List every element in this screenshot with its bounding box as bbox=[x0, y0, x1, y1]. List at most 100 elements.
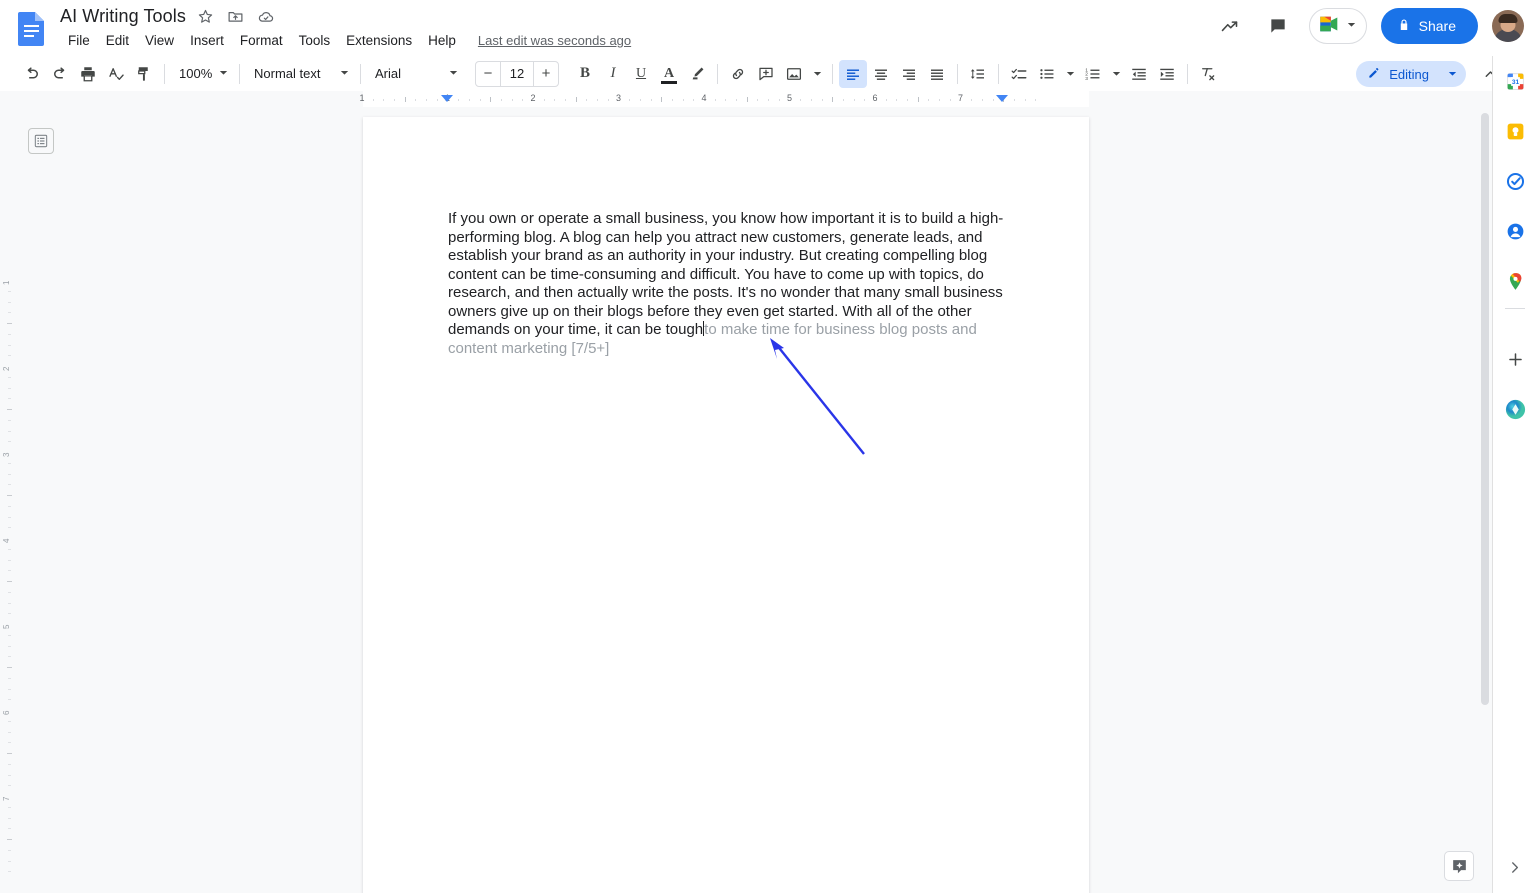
menu-file[interactable]: File bbox=[60, 31, 98, 50]
menu-view[interactable]: View bbox=[137, 31, 182, 50]
paint-format-icon[interactable] bbox=[130, 60, 158, 88]
vertical-ruler-minor-tick bbox=[8, 763, 11, 765]
ruler-minor-tick bbox=[415, 99, 417, 101]
undo-icon[interactable] bbox=[18, 60, 46, 88]
menu-insert[interactable]: Insert bbox=[182, 31, 232, 50]
vertical-ruler-half-tick bbox=[7, 581, 12, 582]
ruler-minor-tick bbox=[543, 99, 545, 101]
google-calendar-icon[interactable]: 31 bbox=[1502, 68, 1528, 94]
bulleted-list-dropdown[interactable] bbox=[1061, 60, 1079, 88]
menu-extensions[interactable]: Extensions bbox=[338, 31, 420, 50]
menu-edit[interactable]: Edit bbox=[98, 31, 137, 50]
star-icon[interactable] bbox=[196, 7, 216, 27]
decrease-indent-icon[interactable] bbox=[1125, 60, 1153, 88]
ruler-minor-tick bbox=[597, 99, 599, 101]
document-canvas: If you own or operate a small business, … bbox=[14, 107, 1492, 893]
editing-mode-button[interactable]: Editing bbox=[1356, 61, 1466, 87]
document-body-text[interactable]: If you own or operate a small business, … bbox=[448, 210, 1008, 358]
ruler-minor-tick bbox=[907, 99, 909, 101]
document-title-row: AI Writing Tools bbox=[60, 6, 276, 27]
paragraph-style-dropdown[interactable]: Normal text bbox=[246, 60, 354, 88]
gemini-icon[interactable] bbox=[1502, 396, 1528, 422]
line-spacing-icon[interactable] bbox=[964, 60, 992, 88]
numbered-list-icon[interactable]: 1 2 3 bbox=[1079, 60, 1107, 88]
ruler-half-tick bbox=[832, 97, 834, 102]
print-icon[interactable] bbox=[74, 60, 102, 88]
ruler-minor-tick bbox=[757, 99, 759, 101]
vertical-ruler-minor-tick bbox=[8, 559, 11, 561]
italic-button[interactable]: I bbox=[599, 60, 627, 88]
insert-image-icon[interactable] bbox=[780, 60, 808, 88]
vertical-ruler-minor-tick bbox=[8, 527, 11, 529]
underline-button[interactable]: U bbox=[627, 60, 655, 88]
increase-indent-icon[interactable] bbox=[1153, 60, 1181, 88]
font-size-decrease-button[interactable]: − bbox=[476, 62, 500, 86]
text-color-button[interactable]: A bbox=[655, 60, 683, 88]
redo-icon[interactable] bbox=[46, 60, 74, 88]
clear-formatting-icon[interactable] bbox=[1194, 60, 1222, 88]
docs-logo-icon[interactable] bbox=[16, 10, 48, 46]
share-button[interactable]: Share bbox=[1380, 8, 1478, 44]
ruler-minor-tick bbox=[436, 99, 438, 101]
vertical-scrollbar[interactable] bbox=[1481, 113, 1489, 705]
align-right-icon[interactable] bbox=[895, 60, 923, 88]
font-size-increase-button[interactable]: + bbox=[534, 62, 558, 86]
highlight-pen-icon[interactable] bbox=[683, 60, 711, 88]
menu-format[interactable]: Format bbox=[232, 31, 291, 50]
ruler-half-tick bbox=[661, 97, 663, 102]
document-outline-icon[interactable] bbox=[28, 128, 54, 154]
cloud-saved-icon[interactable] bbox=[256, 7, 276, 27]
google-meet-button[interactable] bbox=[1308, 8, 1367, 44]
document-page[interactable]: If you own or operate a small business, … bbox=[363, 117, 1089, 893]
vertical-ruler-minor-tick bbox=[8, 828, 11, 830]
align-center-icon[interactable] bbox=[867, 60, 895, 88]
ruler-minor-tick bbox=[864, 99, 866, 101]
google-contacts-icon[interactable] bbox=[1502, 218, 1528, 244]
move-to-folder-icon[interactable] bbox=[226, 7, 246, 27]
left-indent-marker[interactable] bbox=[441, 95, 453, 102]
vertical-scrollbar-track[interactable] bbox=[1478, 107, 1492, 893]
vertical-ruler-minor-tick bbox=[8, 355, 11, 357]
trending-up-icon[interactable] bbox=[1213, 9, 1247, 43]
google-meet-icon bbox=[1317, 13, 1343, 40]
align-justify-icon[interactable] bbox=[923, 60, 951, 88]
typed-text: If you own or operate a small business, … bbox=[448, 210, 1004, 338]
google-tasks-icon[interactable] bbox=[1502, 168, 1528, 194]
add-comment-icon[interactable] bbox=[752, 60, 780, 88]
vertical-ruler[interactable]: 1 2 3 4 5 6 7 bbox=[0, 107, 14, 893]
add-plus-icon[interactable] bbox=[1502, 346, 1528, 372]
right-indent-marker[interactable] bbox=[996, 95, 1008, 102]
bold-button[interactable]: B bbox=[571, 60, 599, 88]
align-left-icon[interactable] bbox=[839, 59, 867, 88]
comment-history-icon[interactable] bbox=[1261, 9, 1295, 43]
page-title[interactable]: AI Writing Tools bbox=[60, 6, 186, 27]
menu-tools[interactable]: Tools bbox=[291, 31, 339, 50]
vertical-ruler-minor-tick bbox=[8, 591, 11, 593]
google-keep-icon[interactable] bbox=[1502, 118, 1528, 144]
bulleted-list-icon[interactable] bbox=[1033, 60, 1061, 88]
zoom-dropdown[interactable]: 100% bbox=[171, 60, 233, 88]
font-size-input[interactable]: 12 bbox=[500, 61, 534, 86]
font-size-stepper[interactable]: − 12 + bbox=[475, 60, 559, 87]
explore-spark-icon[interactable] bbox=[1444, 851, 1474, 881]
ruler-number: 3 bbox=[615, 93, 622, 103]
ruler-minor-tick bbox=[928, 99, 930, 101]
numbered-list-dropdown[interactable] bbox=[1107, 60, 1125, 88]
toolbar-divider bbox=[360, 63, 361, 84]
google-apps-side-panel: 31 bbox=[1492, 56, 1536, 893]
insert-image-dropdown[interactable] bbox=[808, 60, 826, 88]
menu-help[interactable]: Help bbox=[420, 31, 464, 50]
spellcheck-icon[interactable] bbox=[102, 60, 130, 88]
ruler-minor-tick bbox=[586, 99, 588, 101]
checklist-icon[interactable] bbox=[1005, 60, 1033, 88]
chevron-down-icon bbox=[218, 66, 229, 81]
insert-link-icon[interactable] bbox=[724, 60, 752, 88]
ruler-minor-tick bbox=[500, 99, 502, 101]
horizontal-ruler[interactable]: 11234567 bbox=[0, 91, 1492, 107]
vertical-ruler-minor-tick bbox=[8, 548, 11, 550]
google-maps-icon[interactable] bbox=[1502, 268, 1528, 294]
avatar[interactable] bbox=[1492, 10, 1524, 42]
font-family-dropdown[interactable]: Arial bbox=[367, 60, 463, 88]
last-edit-status[interactable]: Last edit was seconds ago bbox=[478, 33, 631, 48]
chevron-right-icon[interactable] bbox=[1500, 853, 1528, 881]
